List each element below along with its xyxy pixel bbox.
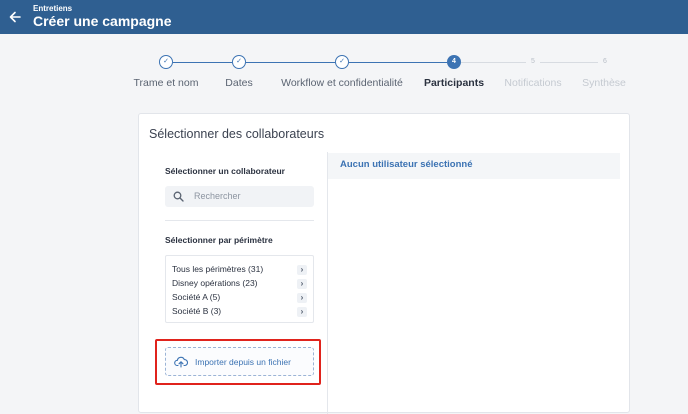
- search-placeholder: Rechercher: [194, 191, 241, 201]
- step-1-label[interactable]: Trame et nom: [134, 77, 199, 90]
- select-collaborators-card: Sélectionner des collaborateurs Sélectio…: [138, 113, 630, 414]
- card-title: Sélectionner des collaborateurs: [149, 127, 325, 141]
- stepper: ✓ Trame et nom ✓ Dates ✓ Workflow et con…: [0, 34, 688, 94]
- step-connector: [173, 62, 232, 63]
- perimeter-item[interactable]: Société A (5): [172, 292, 220, 303]
- perimeter-item[interactable]: Tous les périmètres (31): [172, 264, 263, 275]
- step-connector: [349, 62, 447, 63]
- breadcrumb[interactable]: Entretiens: [33, 4, 72, 13]
- perimeter-list: Tous les périmètres (31) › Disney opérat…: [165, 255, 314, 323]
- step-2-label[interactable]: Dates: [225, 77, 252, 90]
- step-6-number: 6: [603, 58, 607, 65]
- chevron-right-icon[interactable]: ›: [297, 279, 307, 289]
- step-connector: [540, 62, 598, 63]
- cloud-upload-icon: [174, 356, 188, 368]
- step-6-label: Synthèse: [582, 77, 626, 89]
- chevron-right-icon[interactable]: ›: [297, 265, 307, 275]
- perimeter-title: Sélectionner par périmètre: [165, 235, 273, 245]
- top-bar: Entretiens Créer une campagne: [0, 0, 688, 34]
- selection-empty-text: Aucun utilisateur sélectionné: [340, 159, 473, 170]
- step-4-label[interactable]: Participants: [424, 77, 484, 90]
- step-connector: [461, 62, 526, 63]
- step-4-number[interactable]: 4: [447, 55, 461, 69]
- selection-panel-header: Aucun utilisateur sélectionné: [328, 153, 620, 179]
- search-icon: [173, 191, 184, 202]
- search-input[interactable]: Rechercher: [165, 186, 314, 207]
- step-5-number: 5: [531, 58, 535, 65]
- step-2-check-icon[interactable]: ✓: [232, 55, 246, 69]
- perimeter-item[interactable]: Société B (3): [172, 306, 221, 317]
- step-1-check-icon[interactable]: ✓: [159, 55, 173, 69]
- import-file-label: Importer depuis un fichier: [195, 357, 291, 367]
- perimeter-item[interactable]: Disney opérations (23): [172, 278, 258, 289]
- step-3-label[interactable]: Workflow et confidentialité: [281, 77, 403, 90]
- step-3-check-icon[interactable]: ✓: [335, 55, 349, 69]
- page-title: Créer une campagne: [33, 13, 172, 29]
- chevron-right-icon[interactable]: ›: [297, 307, 307, 317]
- section-divider: [165, 220, 314, 221]
- step-5-label: Notifications: [504, 77, 562, 89]
- column-divider: [327, 152, 328, 414]
- step-connector: [246, 62, 335, 63]
- chevron-right-icon[interactable]: ›: [297, 293, 307, 303]
- select-one-title: Sélectionner un collaborateur: [165, 166, 285, 176]
- back-arrow-icon[interactable]: [7, 7, 23, 27]
- import-file-button[interactable]: Importer depuis un fichier: [165, 347, 314, 376]
